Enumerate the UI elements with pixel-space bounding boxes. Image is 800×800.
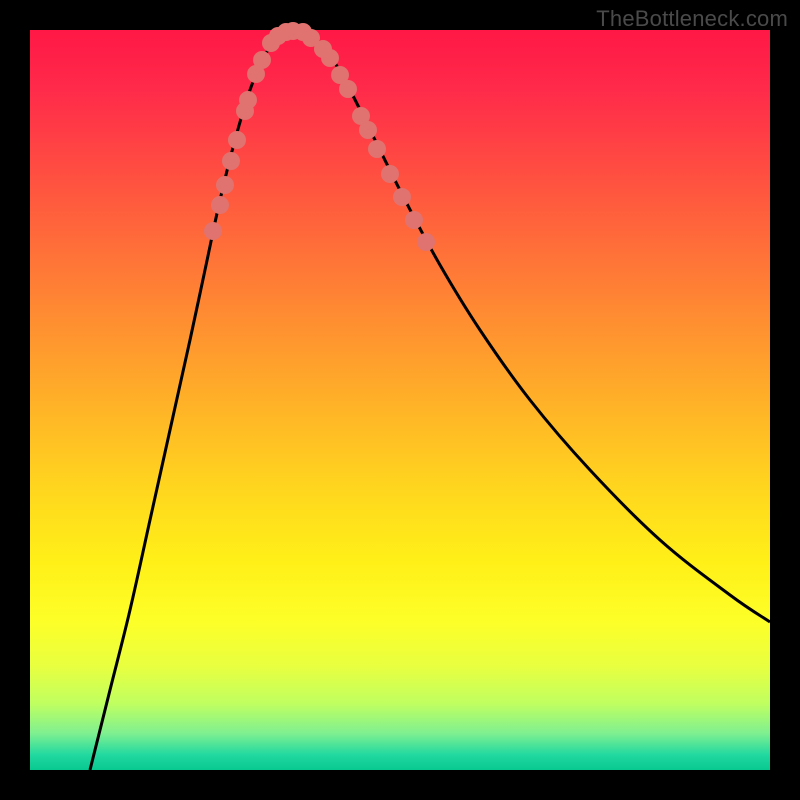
data-marker <box>216 176 234 194</box>
watermark-text: TheBottleneck.com <box>596 6 788 32</box>
data-marker <box>405 211 423 229</box>
data-marker <box>211 196 229 214</box>
data-marker <box>393 188 411 206</box>
data-marker <box>239 91 257 109</box>
data-marker <box>228 131 246 149</box>
data-marker <box>222 152 240 170</box>
data-marker <box>321 49 339 67</box>
data-marker <box>204 222 222 240</box>
bottleneck-curve <box>90 29 770 770</box>
plot-area <box>30 30 770 770</box>
data-marker <box>417 233 435 251</box>
data-marker <box>359 121 377 139</box>
chart-svg <box>30 30 770 770</box>
data-marker-group <box>204 22 435 251</box>
data-marker <box>253 51 271 69</box>
data-marker <box>368 140 386 158</box>
data-marker <box>339 80 357 98</box>
chart-frame: TheBottleneck.com <box>0 0 800 800</box>
data-marker <box>381 165 399 183</box>
